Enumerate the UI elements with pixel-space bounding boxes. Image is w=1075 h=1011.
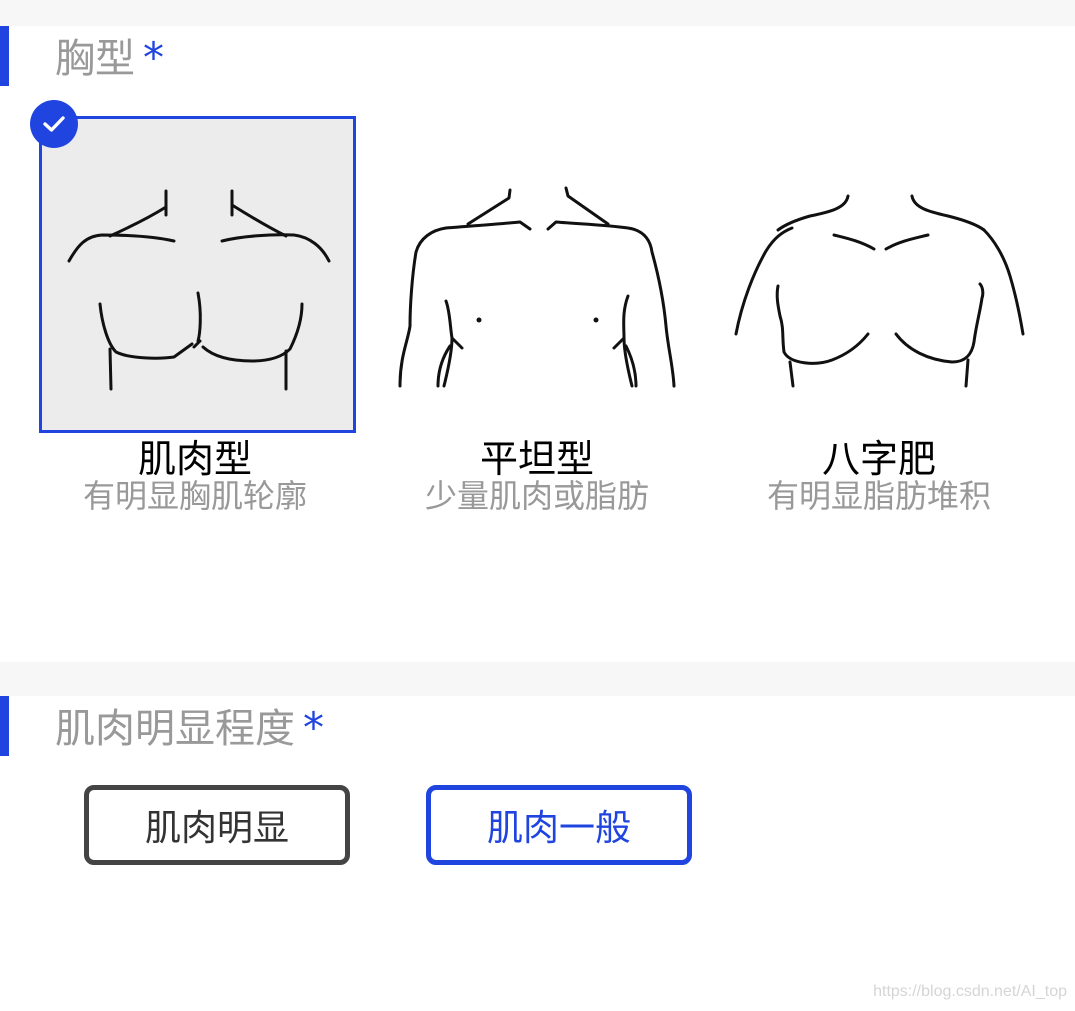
watermark: https://blog.csdn.net/AI_top (873, 983, 1067, 1000)
chest-option-fat-desc: 有明显脂肪堆积 (766, 477, 991, 515)
flat-chest-illustration (398, 186, 676, 388)
chest-option-muscular[interactable] (39, 116, 356, 433)
muscle-obvious-button[interactable]: 肌肉明显 (84, 785, 350, 865)
chest-option-flat[interactable] (380, 116, 697, 433)
muscle-normal-button[interactable]: 肌肉一般 (426, 785, 692, 865)
muscular-chest-illustration (67, 189, 331, 391)
chest-option-muscular-name: 肌肉型 (137, 437, 252, 481)
chest-option-muscular-desc: 有明显胸肌轮廓 (82, 477, 307, 515)
top-gap-band (0, 0, 1075, 26)
fat-chest-illustration (734, 194, 1025, 388)
chest-option-fat-name: 八字肥 (821, 437, 936, 481)
chest-option-flat-desc: 少量肌肉或脂肪 (424, 477, 649, 515)
muscle-level-section-bar (0, 696, 9, 756)
chest-type-title: 胸型 * (55, 36, 164, 82)
required-asterisk: * (303, 703, 324, 752)
required-asterisk: * (143, 33, 164, 82)
section-gap-band (0, 662, 1075, 696)
checkmark-icon (30, 100, 78, 148)
chest-option-flat-name: 平坦型 (479, 437, 594, 481)
chest-type-section-bar (0, 26, 9, 86)
chest-option-fat[interactable] (720, 116, 1037, 433)
muscle-level-title: 肌肉明显程度 * (55, 706, 324, 752)
chest-type-title-text: 胸型 (55, 36, 135, 82)
muscle-level-title-text: 肌肉明显程度 (55, 706, 295, 752)
